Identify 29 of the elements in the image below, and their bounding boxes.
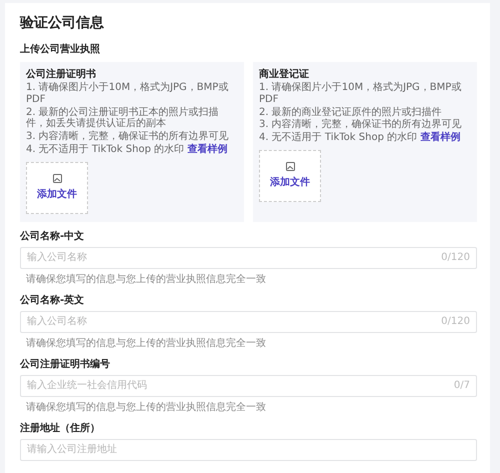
image-icon	[286, 162, 294, 172]
requirement-text: 1. 请确保图片小于10M，格式为JPG，BMP或PDF	[26, 82, 230, 106]
input-field[interactable]: 请输入公司注册地址	[20, 438, 477, 461]
requirement-text: 1. 请确保图片小于10M，格式为JPG，BMP或PDF	[259, 82, 462, 106]
add-file-button[interactable]: 添加文件	[259, 150, 321, 202]
character-counter: 0/120	[441, 316, 470, 327]
page-title: 验证公司信息	[20, 14, 105, 32]
field-label: 注册地址（住所）	[20, 421, 101, 435]
field-hint: 请确保您填写的信息与您上传的营业执照信息完全一致	[26, 400, 267, 414]
requirement-text: 4. 无不适用于 TikTok Shop 的水印 查看样例	[26, 144, 228, 156]
sample-link[interactable]: 查看样例	[420, 132, 460, 144]
requirement-text: 2. 最新的商业登记证原件的照片或扫描件	[259, 106, 443, 118]
requirement-text: 3. 内容清晰，完整，确保证书的所有边界可见	[26, 131, 230, 143]
field-label: 公司名称-中文	[20, 230, 86, 243]
add-file-button[interactable]: 添加文件	[26, 162, 88, 214]
section-label: 上传公司营业执照	[20, 42, 101, 56]
sample-link[interactable]: 查看样例	[187, 144, 228, 155]
field-label: 公司名称-英文	[20, 294, 86, 307]
requirement-text: 3. 内容清晰，完整，确保证书的所有边界可见	[259, 119, 463, 132]
character-counter: 0/7	[454, 380, 470, 391]
field-hint: 请确保您填写的信息与您上传的营业执照信息完全一致	[26, 336, 267, 350]
card-title: 公司注册证明书	[26, 67, 97, 81]
field-label: 公司注册证明书编号	[20, 357, 111, 371]
requirement-text: 2. 最新的公司注册证明书正本的照片或扫描件，如丢失请提供认证后的副本	[26, 106, 220, 130]
character-counter: 0/120	[441, 252, 470, 263]
card-title: 商业登记证	[259, 67, 310, 81]
requirement-text: 4. 无不适用于 TikTok Shop 的水印 查看样例	[259, 132, 462, 144]
image-icon	[52, 174, 62, 184]
field-hint: 请确保您填写的信息与您上传的营业执照信息完全一致	[26, 272, 267, 286]
